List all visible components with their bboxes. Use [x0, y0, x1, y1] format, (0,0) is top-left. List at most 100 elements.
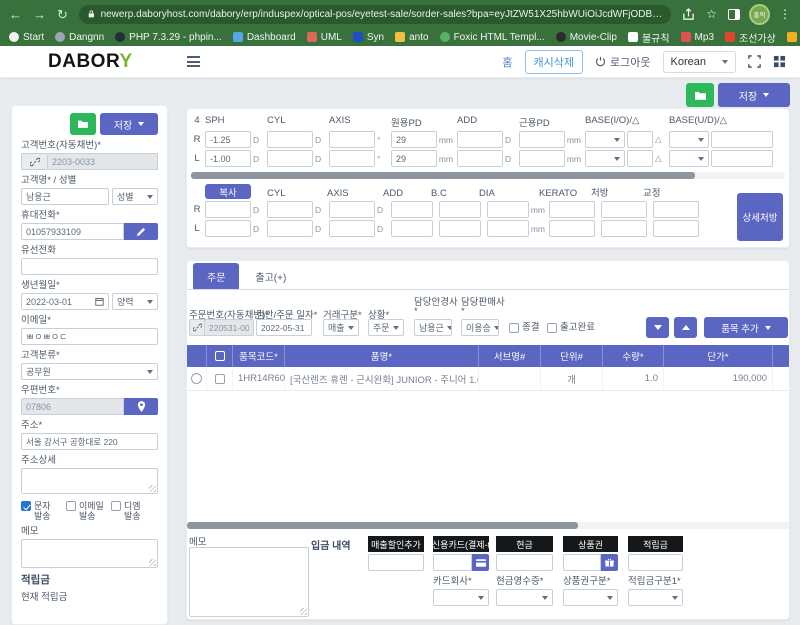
share-icon[interactable] [682, 7, 695, 21]
forward-icon[interactable]: → [33, 8, 46, 21]
rx2-sph-l-input[interactable] [205, 220, 251, 237]
bookmark-item[interactable]: UML [306, 32, 342, 43]
far-pd-l-input[interactable] [391, 150, 437, 167]
rx2-add-r-input[interactable] [391, 201, 433, 218]
bookmark-item[interactable]: Dangnn [55, 32, 104, 43]
voucher-type-select[interactable] [563, 589, 618, 606]
cash-amount-input[interactable] [496, 554, 553, 571]
points-type-select[interactable] [628, 589, 683, 606]
base-io-r-select[interactable] [585, 131, 625, 148]
rx2-dia-l-input[interactable] [487, 220, 529, 237]
optician-select[interactable]: 남용근 [414, 319, 452, 336]
customer-class-select[interactable]: 공무원 [21, 363, 158, 380]
mobile-edit-button[interactable] [124, 223, 158, 240]
customer-no-input[interactable] [47, 153, 158, 170]
reload-icon[interactable]: ↻ [57, 8, 68, 21]
order-link-button[interactable] [189, 319, 204, 336]
customer-name-input[interactable] [21, 188, 109, 205]
near-pd-l-input[interactable] [519, 150, 565, 167]
credit-card-amount-input[interactable] [433, 554, 472, 571]
tx-type-select[interactable]: 매출 [323, 319, 359, 336]
bookmark-item[interactable]: Start [9, 32, 44, 43]
language-select[interactable]: Korean [662, 50, 736, 73]
move-down-button[interactable] [646, 317, 669, 338]
address-bar[interactable]: newerp.daboryhost.com/dabory/erp/induspe… [78, 4, 672, 24]
rx2-axis-l-input[interactable] [329, 220, 375, 237]
seller-select[interactable]: 이용승 [461, 319, 499, 336]
logout-link[interactable]: 로그아웃 [595, 54, 651, 70]
menu-dots-icon[interactable]: ⋮ [779, 7, 791, 21]
points-amount-input[interactable] [628, 554, 683, 571]
discount-add-button[interactable]: 매출할인추가 [368, 536, 424, 552]
card-pay-button[interactable] [472, 554, 489, 571]
base-ud-l-select[interactable] [669, 150, 709, 167]
tab-order[interactable]: 주문 [193, 263, 240, 289]
bookmark-item[interactable]: 조선가상 [725, 30, 776, 45]
rx2-correction-r-input[interactable] [653, 201, 699, 218]
bookmark-item[interactable]: Dashboard [232, 32, 296, 43]
rx2-rx-l-input[interactable] [601, 220, 647, 237]
rx2-axis-r-input[interactable] [329, 201, 375, 218]
address-input[interactable] [21, 433, 158, 450]
bookmark-item[interactable]: PHP 7.3.29 - phpin... [115, 32, 222, 43]
base-ud-r-select[interactable] [669, 131, 709, 148]
gender-select[interactable]: 성별 [112, 188, 158, 205]
base-io-l-select[interactable] [585, 150, 625, 167]
card-company-select[interactable] [433, 589, 489, 606]
axis-r-input[interactable] [329, 131, 375, 148]
add-r-input[interactable] [457, 131, 503, 148]
bookmark-item[interactable]: 불규칙 [627, 30, 670, 45]
zip-input[interactable] [21, 398, 124, 415]
credit-card-button[interactable]: 신용카드(결제-t [433, 536, 489, 552]
add-item-button[interactable]: 품목 추가 [704, 317, 788, 338]
send-dm-checkbox[interactable]: 디엠 발송 [111, 501, 150, 521]
bookmark-item[interactable]: 코데 [786, 30, 800, 45]
customer-save-button[interactable]: 저장 [100, 113, 158, 135]
app-logo[interactable]: DABORY [48, 51, 133, 73]
tab-shipment[interactable]: 출고(+) [241, 263, 300, 289]
order-no-input[interactable] [204, 319, 254, 336]
tel-input[interactable] [21, 258, 158, 275]
row-radio[interactable] [191, 373, 202, 384]
hamburger-menu-icon[interactable] [186, 56, 200, 67]
rx2-kerato-l-input[interactable] [549, 220, 595, 237]
fullscreen-icon[interactable] [748, 55, 761, 68]
side-panel-icon[interactable] [728, 8, 740, 20]
detail-rx-button[interactable]: 상세처방 [737, 193, 783, 241]
bookmark-star-icon[interactable]: ☆ [706, 7, 717, 21]
axis-l-input[interactable] [329, 150, 375, 167]
select-all-checkbox[interactable] [214, 351, 225, 361]
calendar-type-select[interactable]: 양력 [112, 293, 158, 310]
rx2-bc-l-input[interactable] [439, 220, 481, 237]
prism-ud-r-input[interactable] [711, 131, 773, 148]
bookmark-item[interactable]: Syn [352, 32, 384, 43]
rx-scrollbar-thumb[interactable] [191, 172, 695, 179]
near-pd-r-input[interactable] [519, 131, 565, 148]
far-pd-r-input[interactable] [391, 131, 437, 148]
birth-date-input[interactable]: 2022-03-01 [21, 293, 109, 310]
shipped-checkbox[interactable]: 출고완료 [547, 322, 595, 333]
clear-cache-button[interactable]: 캐시삭제 [524, 49, 584, 74]
email-input[interactable] [21, 328, 158, 345]
rx2-bc-r-input[interactable] [439, 201, 481, 218]
cyl-r-input[interactable] [267, 131, 313, 148]
home-link[interactable]: 홈 [502, 54, 512, 70]
bookmark-item[interactable]: Foxic HTML Templ... [439, 32, 545, 43]
mobile-input[interactable] [21, 223, 124, 240]
move-up-button[interactable] [674, 317, 697, 338]
rx2-cyl-l-input[interactable] [267, 220, 313, 237]
rx2-add-l-input[interactable] [391, 220, 433, 237]
profile-avatar[interactable]: 홍익 [751, 5, 768, 23]
cash-button[interactable]: 현금 [496, 536, 553, 552]
apps-grid-icon[interactable] [773, 55, 786, 68]
row-checkbox[interactable] [214, 373, 225, 384]
send-email-checkbox[interactable]: 이메일 발송 [66, 501, 105, 521]
address-detail-textarea[interactable] [21, 468, 158, 494]
rx2-rx-r-input[interactable] [601, 201, 647, 218]
prism-ud-l-input[interactable] [711, 150, 773, 167]
rx2-correction-l-input[interactable] [653, 220, 699, 237]
status-select[interactable]: 주문 [368, 319, 404, 336]
rx2-kerato-r-input[interactable] [549, 201, 595, 218]
rx2-sph-r-input[interactable] [205, 201, 251, 218]
voucher-amount-input[interactable] [563, 554, 601, 571]
